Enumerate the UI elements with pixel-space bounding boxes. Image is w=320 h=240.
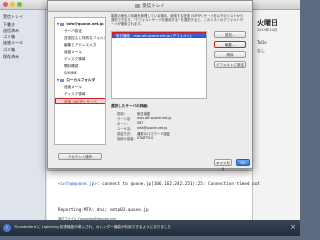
log-email-link[interactable]: <info@quone.jp> <box>58 182 97 187</box>
account-tree-label: 送信控えと特別なフォルダ <box>64 36 106 40</box>
account-tree-label: ローカルフォルダ <box>66 78 96 82</box>
smtp-description: 複数の差出人情報を管理している場合、使用する送信 (SMTP) サーバを以下のリ… <box>111 14 244 27</box>
todo-empty: なし <box>257 48 265 53</box>
disclosure-triangle-icon[interactable]: ▼ <box>57 21 59 27</box>
dialog-title: 受信トレイ <box>48 1 252 12</box>
log-line-connect: <info@quone.jp>: connect to quone.jp[106… <box>58 182 260 187</box>
account-tree-label: ディスク領域 <box>64 57 86 61</box>
account-tree-item[interactable]: 送信控えと特別なフォルダ <box>64 35 106 41</box>
account-tree-label: サーバ設定 <box>64 29 82 33</box>
delete-server-button[interactable]: 削除 <box>214 51 246 58</box>
calendar-pane: 火曜日 2014年10月 ToDo なし <box>252 10 300 220</box>
account-tree-item-smtp[interactable]: 送信 (SMTP) サーバ <box>55 98 105 104</box>
inbox-icon <box>135 3 141 8</box>
notification-bar: i Thunderbird に Lightning 拡張機能が導入され、カレンダ… <box>0 220 300 236</box>
account-tree-label: 送信 (SMTP) サーバ <box>64 100 97 104</box>
account-tree-item[interactable]: ▼ ローカルフォルダ <box>57 77 95 83</box>
info-icon: i <box>3 224 11 232</box>
account-tree-label: 迷惑メール <box>64 50 82 54</box>
smtp-server-list[interactable]: 宛日講座 - mas.att.quone.net.jp (デフォルト) <box>111 31 207 99</box>
account-actions-button[interactable]: アカウント操作 <box>58 153 102 160</box>
account-tree-label: ディスク領域 <box>64 92 86 96</box>
account-tree-item[interactable]: 迷惑メール <box>64 49 82 55</box>
minimize-window-icon[interactable] <box>10 2 15 7</box>
log-line-reporting: Reporting-MTA: dns; smtp03.quone.jp <box>58 208 149 213</box>
account-tree-item[interactable]: ▼ info@quone.net.jp <box>57 21 104 27</box>
account-tree-item[interactable]: ディスク領域 <box>64 91 85 97</box>
sidebar-folder-item[interactable]: 受信トレイ <box>3 14 23 20</box>
account-tree-item[interactable]: 編集とアドレス入力 <box>64 42 96 48</box>
account-tree[interactable]: ▼ info@quone.net.jp サーバ設定送信控えと特別なフォルダ 編集とアド… <box>54 17 106 145</box>
calendar-day-title: 火曜日 <box>257 19 278 27</box>
account-tree-label: 編集とアドレス入力 <box>64 43 97 47</box>
close-icon[interactable]: × <box>290 223 296 231</box>
sidebar-folder-item[interactable]: 迷惑メール <box>3 40 23 46</box>
sidebar-folder-item[interactable]: ゴミ箱 <box>3 47 15 53</box>
account-tree-label: 迷惑メール <box>64 85 82 89</box>
cancel-button[interactable]: キャンセル <box>214 159 232 171</box>
folder-icon <box>60 22 65 26</box>
ok-button[interactable]: OK <box>236 159 250 166</box>
folder-icon <box>60 78 65 82</box>
account-tree-item[interactable]: 迷惑メール <box>64 84 82 90</box>
account-tree-label: 開封確認 <box>64 64 79 68</box>
detail-label: 接続の保護: <box>117 137 135 141</box>
smtp-server-row[interactable]: 宛日講座 - mas.att.quone.net.jp (デフォルト) <box>112 32 206 38</box>
account-tree-item[interactable]: S/MIME <box>64 70 77 76</box>
zoom-window-icon[interactable] <box>17 2 22 7</box>
detail-value: 587 <box>137 121 144 125</box>
account-tree-item[interactable]: サーバ設定 <box>64 28 82 34</box>
disclosure-triangle-icon[interactable]: ▼ <box>57 77 59 83</box>
server-details-heading: 選択したサーバの詳細: <box>111 104 149 108</box>
detail-value: STARTTLS <box>137 136 154 140</box>
add-server-button[interactable]: 追加... <box>214 31 246 38</box>
account-tree-label: S/MIME <box>64 71 78 75</box>
account-settings-dialog: 受信トレイ ▼ info@quone.net.jp サーバ設定送信控えと特別なフォル… <box>47 0 253 171</box>
detail-value: mas.att.quone.net.jp <box>137 116 172 120</box>
account-tree-item[interactable]: 開封確認 <box>64 63 78 69</box>
close-window-icon[interactable] <box>3 2 8 7</box>
account-tree-item[interactable]: ディスク領域 <box>64 56 85 62</box>
account-tree-label: info@quone.net.jp <box>66 22 104 26</box>
detail-value: info@quone.net.jp <box>137 126 168 130</box>
set-default-button[interactable]: デフォルトに設定 <box>214 61 246 68</box>
message-body: <info@quone.jp>: connect to quone.jp[106… <box>47 170 260 221</box>
edit-server-button[interactable]: 編集... <box>214 41 246 48</box>
folder-sidebar: 受信トレイ 下書き 送信済み ゴミ箱 迷惑メール ゴミ箱 保存済み <box>0 10 46 220</box>
todo-label: ToDo <box>257 40 267 45</box>
sidebar-folder-item[interactable]: 保存済み <box>3 54 19 60</box>
calendar-month: 2014年10月 <box>257 28 278 32</box>
notification-text: Thunderbird に Lightning 拡張機能が導入され、カレンダー機… <box>14 225 172 229</box>
